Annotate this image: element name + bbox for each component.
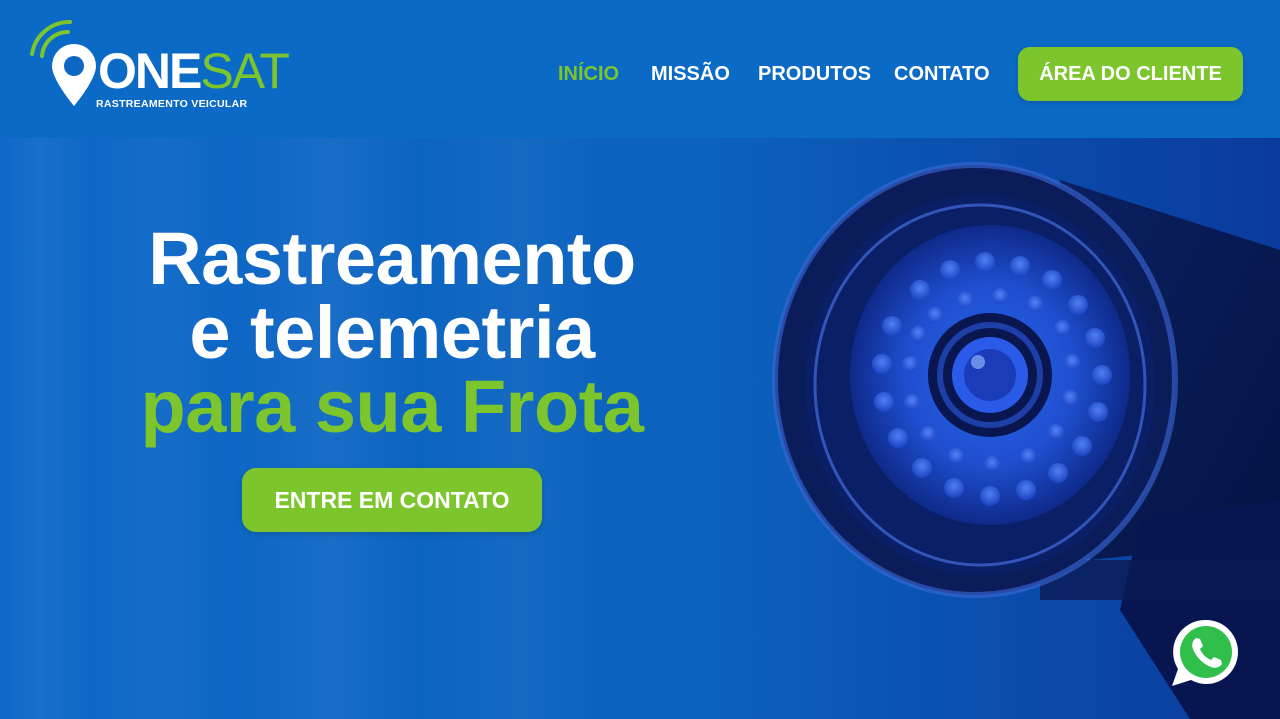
logo-tagline: RASTREAMENTO VEICULAR: [96, 98, 248, 110]
page: ONESAT RASTREAMENTO VEICULAR INÍCIO MISS…: [0, 0, 1280, 719]
hero-title-line-1: Rastreamento: [148, 217, 636, 300]
hero-title-line-2: e telemetria: [189, 291, 595, 374]
nav-link-contato[interactable]: CONTATO: [894, 63, 990, 86]
onesat-logo[interactable]: ONESAT RASTREAMENTO VEICULAR: [28, 18, 290, 114]
logo-wordmark: ONESAT: [52, 43, 290, 99]
client-area-button[interactable]: ÁREA DO CLIENTE: [1018, 47, 1243, 101]
nav-link-inicio[interactable]: INÍCIO: [558, 63, 619, 86]
logo-sat-text: SAT: [200, 43, 290, 99]
hero-title: Rastreamento e telemetria para sua Frota: [60, 222, 724, 444]
nav-link-produtos[interactable]: PRODUTOS: [758, 63, 871, 86]
hero-title-line-3: para sua Frota: [140, 365, 644, 448]
nav-link-missao[interactable]: MISSÃO: [651, 63, 730, 86]
logo-one-text: ONE: [98, 43, 202, 99]
whatsapp-icon[interactable]: [1166, 614, 1246, 694]
contact-cta-button[interactable]: ENTRE EM CONTATO: [242, 468, 542, 532]
